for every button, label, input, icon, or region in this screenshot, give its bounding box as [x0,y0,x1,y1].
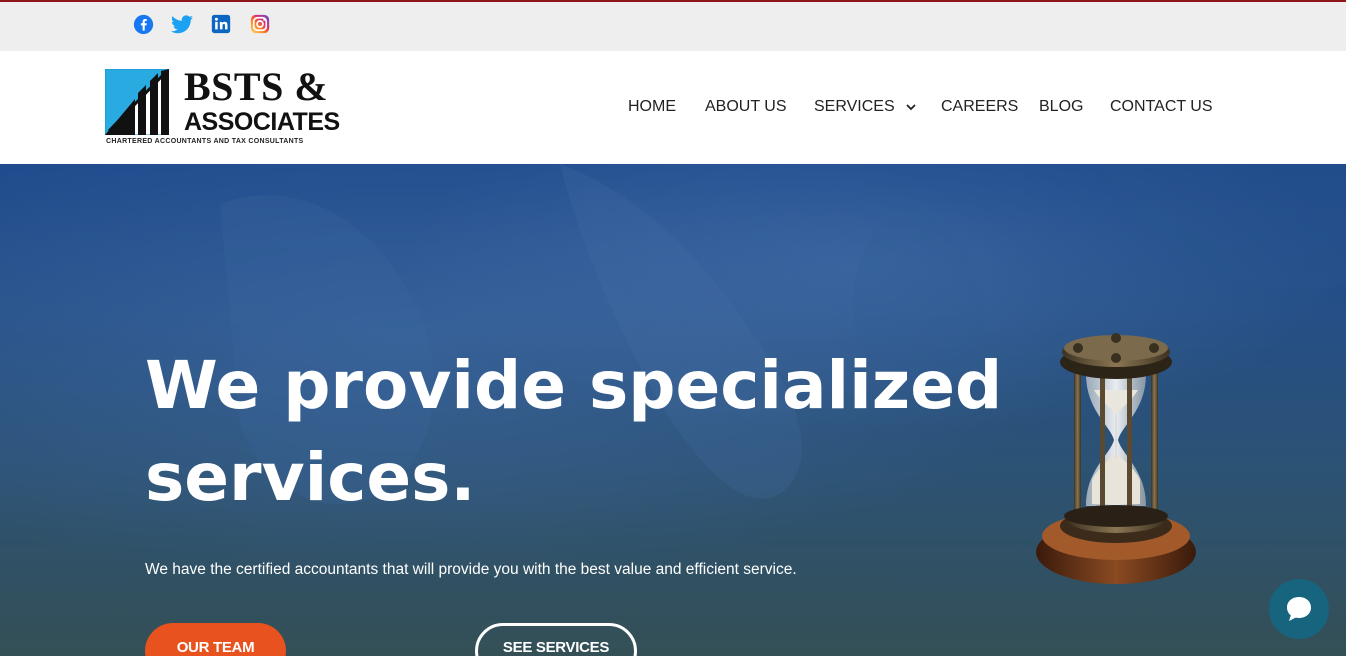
nav-contact-us[interactable]: CONTACT US [1110,96,1213,118]
hero-heading: We provide specialized services. [145,347,1003,516]
nav-home[interactable]: HOME [628,96,676,118]
chat-button[interactable] [1269,579,1329,639]
chevron-down-icon [906,104,916,111]
logo[interactable]: BSTS & ASSOCIATES CHARTERED ACCOUNTANTS … [105,64,345,151]
chat-bubble-icon [1287,597,1311,621]
twitter-icon[interactable] [171,13,193,35]
see-services-button[interactable]: SEE SERVICES [475,623,637,656]
nav-careers[interactable]: CAREERS [941,96,1018,118]
hero-section: We provide specialized services. We have… [0,164,1346,656]
nav-about-us[interactable]: ABOUT US [705,96,787,118]
site-header: BSTS & ASSOCIATES CHARTERED ACCOUNTANTS … [0,51,1346,164]
hourglass-image [1036,333,1196,584]
top-bar [0,0,1346,51]
logo-mark-icon [105,69,169,135]
linkedin-icon[interactable] [210,13,232,35]
nav-blog[interactable]: BLOG [1039,96,1083,118]
instagram-icon[interactable] [249,13,271,35]
our-team-button[interactable]: OUR TEAM [145,623,286,656]
logo-tagline: CHARTERED ACCOUNTANTS AND TAX CONSULTANT… [106,138,304,145]
nav-services-label: SERVICES [814,98,895,115]
logo-subtitle: ASSOCIATES [184,108,340,136]
hero-subtext: We have the certified accountants that w… [145,561,797,578]
logo-title: BSTS & [184,64,329,109]
nav-services[interactable]: SERVICES [814,96,917,118]
facebook-icon[interactable] [132,13,154,35]
